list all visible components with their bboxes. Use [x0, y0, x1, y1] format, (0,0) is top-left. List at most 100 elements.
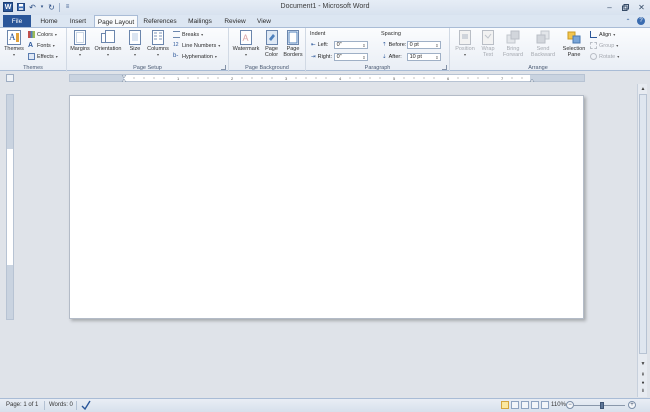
page-setup-launcher-icon[interactable] — [221, 65, 226, 70]
indent-left-icon: ⇤ — [311, 42, 316, 48]
fonts-button[interactable]: A Fonts ▾ — [28, 42, 55, 49]
close-icon[interactable]: ✕ — [636, 2, 647, 12]
next-page-icon[interactable]: ⇟ — [639, 387, 647, 394]
bring-forward-button[interactable]: Bring Forward — [500, 30, 526, 58]
print-layout-view-icon[interactable] — [501, 401, 509, 409]
horizontal-ruler[interactable]: 1 2 3 4 5 6 7 — [69, 74, 585, 82]
vruler-top-margin — [7, 95, 13, 149]
wrap-text-button[interactable]: Wrap Text — [478, 30, 498, 58]
outline-view-icon[interactable] — [531, 401, 539, 409]
wrap-text-icon — [481, 30, 495, 45]
spacing-after-input[interactable]: 10 pt ⇕ — [406, 53, 441, 61]
page-color-label-2: Color — [264, 52, 279, 58]
group-icon — [590, 42, 597, 49]
group-button[interactable]: Group ▾ — [590, 42, 618, 49]
restore-icon[interactable] — [620, 2, 631, 12]
ribbon-controls: ⌃ ? — [624, 17, 645, 25]
spinner-arrows-icon[interactable]: ⇕ — [362, 43, 366, 48]
spinner-arrows-icon[interactable]: ⇕ — [435, 55, 439, 60]
arrange-group-label: Arrange — [528, 65, 548, 71]
columns-button[interactable]: Columns ▾ — [146, 30, 170, 58]
rotate-button[interactable]: Rotate ▾ — [590, 53, 619, 60]
page-setup-group-label: Page Setup — [133, 65, 162, 71]
spacing-before-input[interactable]: 0 pt ⇕ — [406, 41, 441, 49]
hyphenation-button[interactable]: b- Hyphenation ▾ — [173, 53, 217, 60]
tab-mailings[interactable]: Mailings — [183, 15, 217, 27]
size-button[interactable]: Size ▾ — [126, 30, 144, 58]
chevron-down-icon: ▾ — [218, 43, 221, 48]
svg-text:A: A — [243, 33, 249, 43]
tab-home[interactable]: Home — [36, 15, 62, 27]
vertical-scrollbar[interactable]: ▲ ▼ ⇞ ● ⇟ — [637, 84, 647, 397]
group-label: Group — [599, 42, 615, 49]
line-numbers-icon: 12 — [173, 42, 179, 48]
minimize-icon[interactable]: – — [604, 2, 615, 12]
breaks-button[interactable]: Breaks ▾ — [173, 31, 203, 38]
themes-button[interactable]: A Themes ▾ — [4, 30, 24, 58]
colors-button[interactable]: Colors ▾ — [28, 31, 57, 38]
indent-label: Indent — [310, 31, 326, 37]
indent-left-label: Left: — [317, 42, 329, 48]
page-color-button[interactable]: Page Color — [262, 30, 281, 58]
scroll-up-icon[interactable]: ▲ — [639, 85, 647, 92]
chevron-down-icon: ▾ — [12, 52, 15, 57]
bring-forward-icon — [506, 30, 520, 45]
margins-button[interactable]: Margins ▾ — [69, 30, 91, 58]
document-page[interactable] — [69, 95, 584, 319]
effects-button[interactable]: Effects ▾ — [28, 53, 58, 60]
tab-file[interactable]: File — [3, 15, 31, 27]
send-backward-button[interactable]: Send Backward — [528, 30, 558, 58]
proofing-icon[interactable] — [81, 400, 91, 412]
indent-right-input[interactable]: 0" ⇕ — [333, 53, 368, 61]
align-button[interactable]: Align ▾ — [590, 31, 615, 38]
zoom-level[interactable]: 110% — [551, 402, 566, 408]
tab-review[interactable]: Review — [221, 15, 249, 27]
word-count-status[interactable]: Words: 0 — [49, 402, 73, 408]
effects-label: Effects — [37, 53, 54, 60]
previous-page-icon[interactable]: ⇞ — [639, 371, 647, 378]
ruler-toggle-icon[interactable] — [6, 74, 14, 82]
tab-view[interactable]: View — [252, 15, 276, 27]
page-color-icon — [265, 30, 279, 45]
paragraph-group-label: Paragraph — [364, 65, 391, 71]
watermark-button[interactable]: A Watermark ▾ — [231, 30, 261, 58]
status-separator — [44, 401, 45, 410]
web-layout-view-icon[interactable] — [521, 401, 529, 409]
chevron-down-icon: ▾ — [156, 52, 159, 57]
orientation-button[interactable]: Orientation ▾ — [92, 30, 124, 58]
page-borders-button[interactable]: Page Borders — [282, 30, 304, 58]
zoom-slider-thumb[interactable] — [600, 402, 604, 409]
full-screen-reading-view-icon[interactable] — [511, 401, 519, 409]
scrollbar-thumb[interactable] — [639, 94, 647, 354]
send-backward-label-2: Backward — [530, 52, 556, 58]
hyphenation-label: Hyphenation — [182, 53, 213, 60]
rotate-label: Rotate — [599, 53, 616, 60]
spacing-before-label: Before: — [388, 42, 407, 48]
position-button[interactable]: Position ▾ — [453, 30, 477, 58]
page-count-status[interactable]: Page: 1 of 1 — [6, 402, 38, 408]
spinner-arrows-icon[interactable]: ⇕ — [362, 55, 366, 60]
tab-references[interactable]: References — [141, 15, 179, 27]
window-controls: – ✕ — [604, 2, 647, 12]
spinner-arrows-icon[interactable]: ⇕ — [435, 43, 439, 48]
zoom-in-icon[interactable]: + — [628, 401, 636, 409]
line-numbers-button[interactable]: 12 Line Numbers ▾ — [173, 42, 220, 49]
selection-pane-button[interactable]: Selection Pane — [560, 30, 588, 58]
browse-object-icon[interactable]: ● — [639, 379, 647, 386]
zoom-slider[interactable] — [573, 405, 625, 406]
paragraph-launcher-icon[interactable] — [442, 65, 447, 70]
minimize-ribbon-icon[interactable]: ⌃ — [624, 17, 632, 25]
bring-forward-label-2: Forward — [502, 52, 524, 58]
page-borders-label-2: Borders — [283, 52, 303, 58]
scroll-down-icon[interactable]: ▼ — [639, 360, 647, 367]
vertical-ruler[interactable] — [6, 94, 14, 320]
tab-insert[interactable]: Insert — [64, 15, 92, 27]
draft-view-icon[interactable] — [541, 401, 549, 409]
chevron-down-icon: ▾ — [613, 32, 616, 37]
breaks-label: Breaks — [182, 31, 200, 38]
chevron-down-icon: ▾ — [617, 54, 620, 59]
columns-icon — [151, 30, 165, 45]
indent-left-input[interactable]: 0" ⇕ — [333, 41, 368, 49]
help-icon[interactable]: ? — [637, 17, 645, 25]
indent-left-value: 0" — [336, 42, 342, 48]
